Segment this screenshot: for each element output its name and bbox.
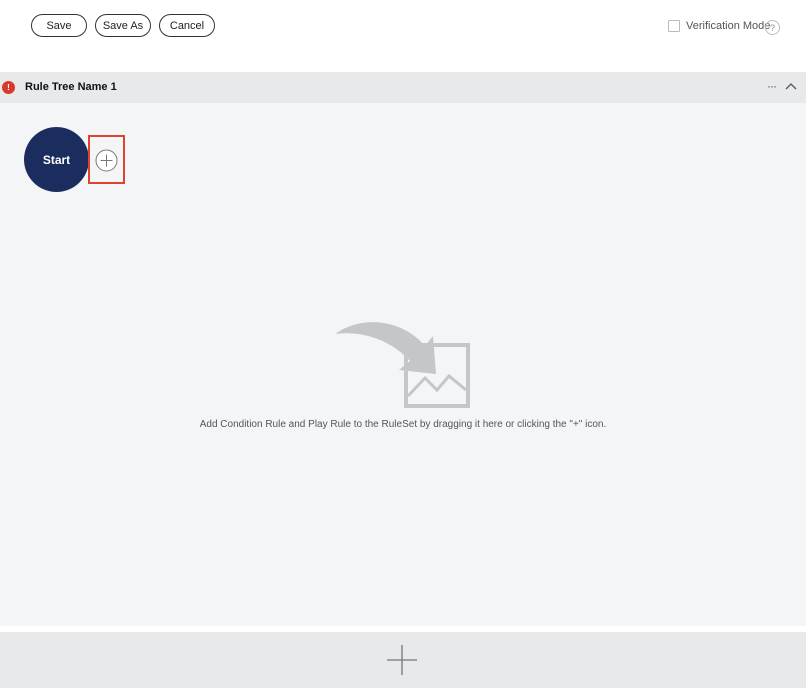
error-icon: ! <box>2 81 15 94</box>
verification-mode-label: Verification Mode <box>686 20 771 32</box>
drag-to-image-icon <box>335 322 470 408</box>
start-node[interactable]: Start <box>24 127 89 192</box>
plus-circle-icon[interactable] <box>95 149 118 172</box>
chevron-up-icon[interactable] <box>785 82 797 90</box>
question-icon[interactable]: ? <box>765 20 780 35</box>
cancel-button[interactable]: Cancel <box>159 14 215 37</box>
save-as-button[interactable]: Save As <box>95 14 151 37</box>
start-node-label: Start <box>42 152 71 167</box>
verification-mode-checkbox[interactable] <box>668 20 680 32</box>
ellipsis-icon[interactable]: ··· <box>767 79 777 93</box>
rule-tree-header <box>0 72 806 103</box>
verification-mode: Verification Mode <box>668 20 770 32</box>
toolbar: Save Save As Cancel Verification Mode ? <box>0 0 806 72</box>
plus-icon[interactable] <box>386 644 418 676</box>
save-button[interactable]: Save <box>31 14 87 37</box>
rule-tree-name[interactable]: Rule Tree Name 1 <box>25 81 117 93</box>
empty-state-message: Add Condition Rule and Play Rule to the … <box>199 419 607 430</box>
